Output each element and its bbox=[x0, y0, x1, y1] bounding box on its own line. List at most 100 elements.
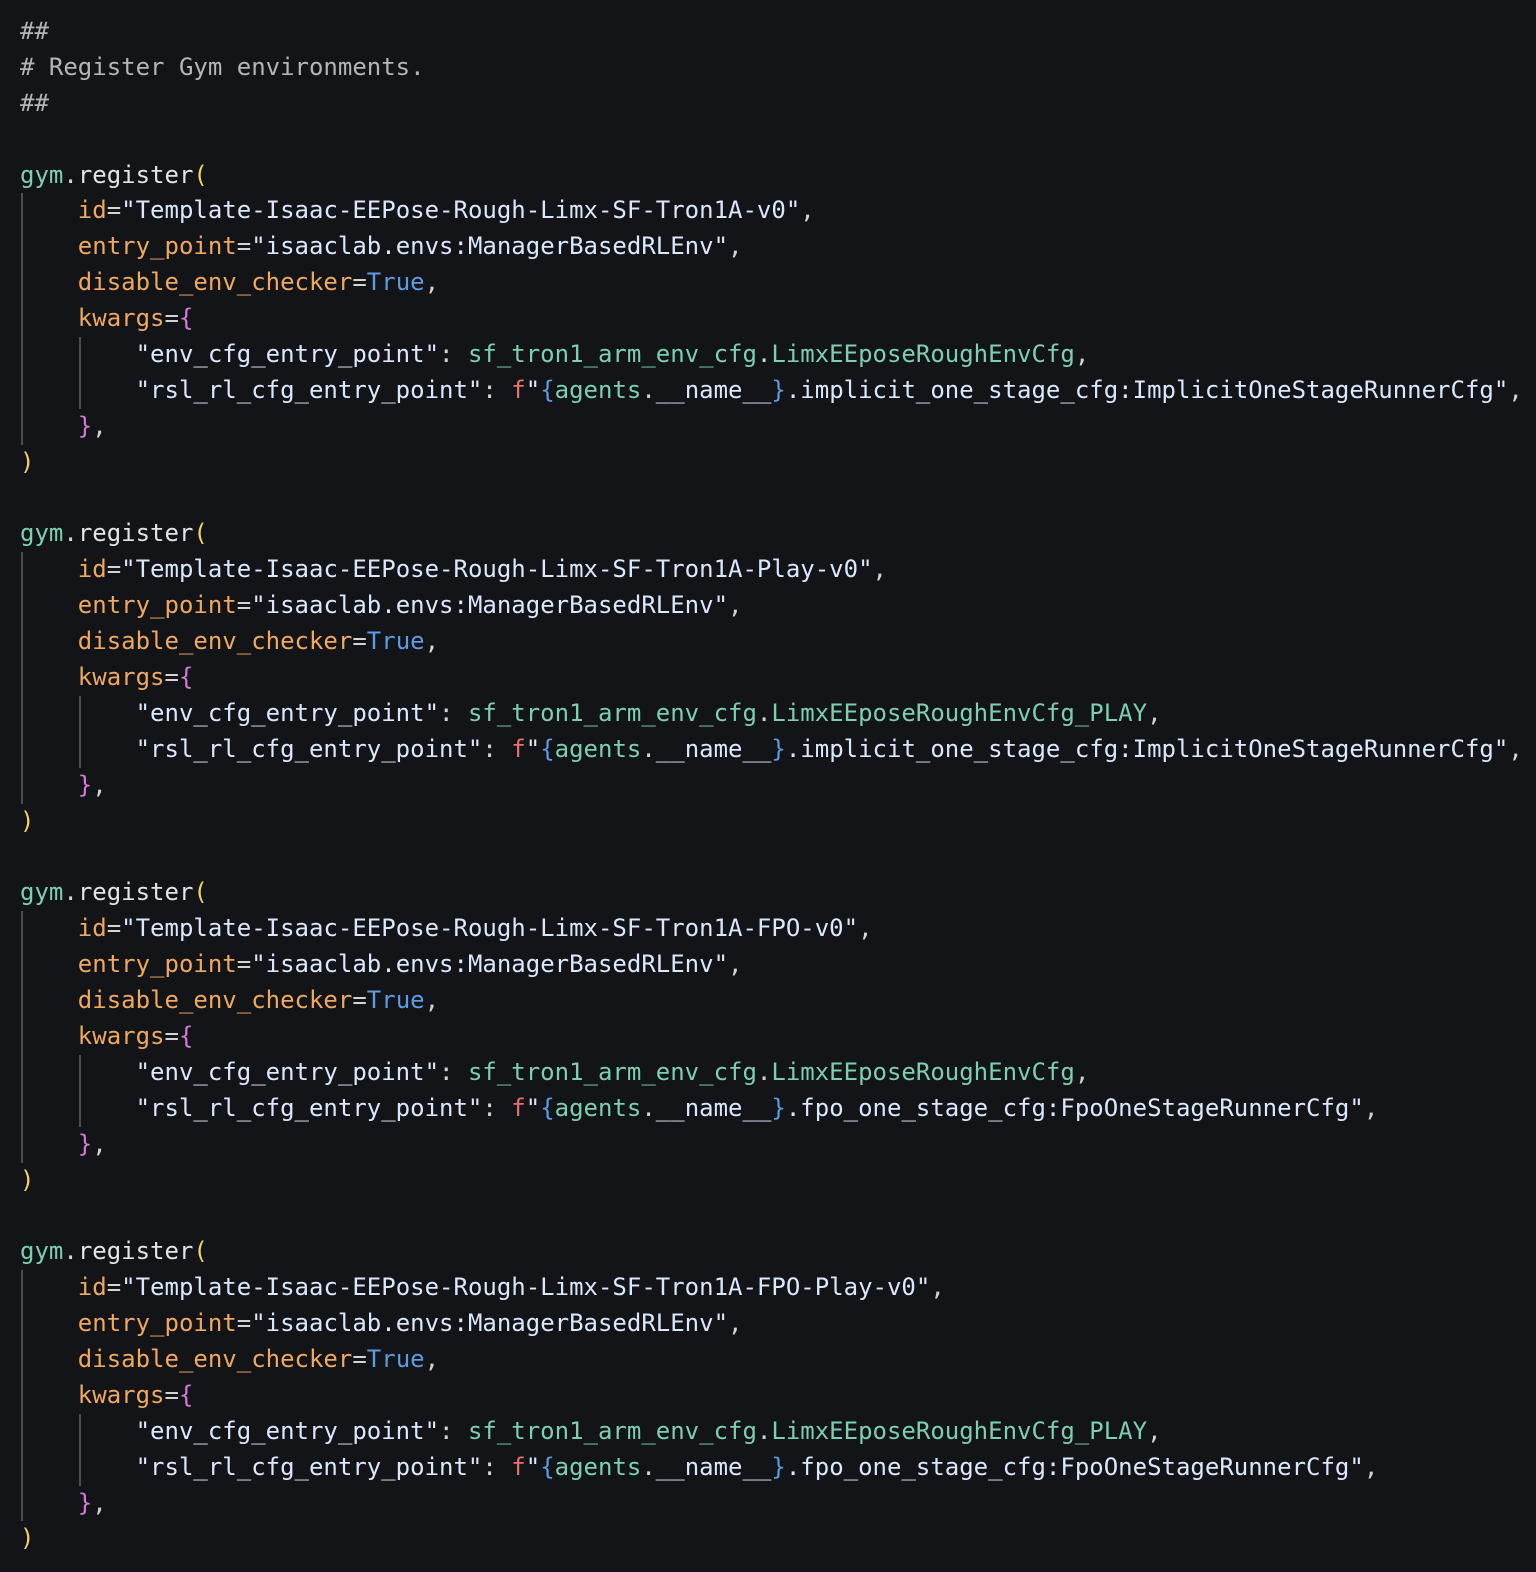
code-editor[interactable]: ## # Register Gym environments. ## gym.reg… bbox=[20, 14, 1530, 1557]
code-token: LimxEEposeRoughEnvCfg bbox=[771, 1057, 1075, 1086]
code-line: ) bbox=[20, 804, 1530, 840]
code-token: , bbox=[800, 196, 815, 225]
code-line: id="Template-Isaac-EEPose-Rough-Limx-SF-… bbox=[20, 193, 1530, 230]
code-token: "isaaclab.envs:ManagerBasedRLEnv" bbox=[251, 950, 729, 979]
indent-guide bbox=[21, 983, 23, 1019]
code-token: # Register Gym environments. bbox=[20, 52, 425, 81]
code-line: gym.register( bbox=[20, 875, 1530, 911]
code-token: ) bbox=[20, 1524, 35, 1553]
code-token: register bbox=[77, 878, 194, 907]
code-line: ) bbox=[20, 1163, 1530, 1199]
code-token: , bbox=[728, 950, 743, 979]
code-token: , bbox=[1508, 734, 1523, 763]
code-token: kwargs bbox=[77, 1380, 165, 1409]
code-token: . bbox=[63, 519, 78, 548]
code-token: . bbox=[756, 340, 772, 369]
code-token: { bbox=[178, 1380, 194, 1409]
code-token: " bbox=[525, 375, 541, 404]
code-token: register bbox=[77, 160, 194, 189]
code-token: . bbox=[641, 1093, 656, 1122]
code-token: gym bbox=[20, 878, 64, 907]
code-line: "rsl_rl_cfg_entry_point": f"{agents.__na… bbox=[20, 1090, 1530, 1127]
code-token: , bbox=[1147, 698, 1162, 727]
code-token: disable_env_checker bbox=[77, 1344, 353, 1373]
code-token: , bbox=[1074, 1057, 1090, 1086]
indent-guide bbox=[21, 193, 23, 230]
code-token: : bbox=[439, 698, 468, 727]
indent-guide bbox=[21, 1485, 23, 1522]
code-token: = bbox=[236, 232, 252, 261]
code-token: , bbox=[1363, 1452, 1379, 1481]
code-token: } bbox=[771, 375, 786, 404]
code-token: agents bbox=[554, 1093, 642, 1122]
code-token: = bbox=[236, 1309, 252, 1338]
code-token: gym bbox=[20, 519, 64, 548]
indent-guide bbox=[78, 1413, 81, 1450]
code-token: entry_point bbox=[77, 1309, 237, 1338]
code-token: , bbox=[92, 770, 107, 799]
code-token: , bbox=[1363, 1093, 1379, 1122]
code-token: = bbox=[236, 950, 252, 979]
code-line: "env_cfg_entry_point": sf_tron1_arm_env_… bbox=[20, 695, 1530, 732]
indent-guide bbox=[21, 1018, 23, 1055]
code-token: agents bbox=[554, 375, 642, 404]
code-token: , bbox=[1147, 1416, 1162, 1445]
code-token: { bbox=[178, 1021, 194, 1050]
code-token: { bbox=[540, 734, 555, 763]
code-line: "env_cfg_entry_point": sf_tron1_arm_env_… bbox=[20, 1413, 1530, 1450]
code-token: LimxEEposeRoughEnvCfg_PLAY bbox=[771, 698, 1148, 727]
code-line: gym.register( bbox=[20, 516, 1530, 552]
code-token: = bbox=[352, 627, 367, 656]
code-line: }, bbox=[20, 408, 1530, 445]
indent-guide bbox=[21, 552, 23, 589]
code-line: entry_point="isaaclab.envs:ManagerBasedR… bbox=[20, 229, 1530, 266]
code-line: kwargs={ bbox=[20, 1377, 1530, 1414]
code-token: = bbox=[106, 555, 122, 584]
code-token: : bbox=[482, 1452, 512, 1481]
indent-guide bbox=[21, 731, 23, 768]
indent-guide bbox=[21, 1341, 23, 1378]
code-token: disable_env_checker bbox=[77, 986, 353, 1015]
code-token: __name__ bbox=[655, 1093, 772, 1122]
code-line: }, bbox=[20, 1485, 1530, 1522]
code-token: sf_tron1_arm_env_cfg bbox=[467, 340, 757, 369]
code-token: id bbox=[77, 196, 107, 225]
code-token: , bbox=[858, 914, 873, 943]
code-line: ) bbox=[20, 445, 1530, 481]
code-line: disable_env_checker=True, bbox=[20, 1341, 1530, 1378]
code-token: } bbox=[77, 1488, 93, 1517]
code-line: entry_point="isaaclab.envs:ManagerBasedR… bbox=[20, 1306, 1530, 1342]
indent-guide bbox=[21, 301, 23, 338]
code-token: LimxEEposeRoughEnvCfg_PLAY bbox=[771, 1416, 1148, 1445]
code-token: , bbox=[728, 591, 743, 620]
code-token: , bbox=[92, 411, 107, 440]
indent-guide bbox=[21, 1306, 23, 1342]
code-token: "Template-Isaac-EEPose-Rough-Limx-SF-Tro… bbox=[121, 1273, 931, 1302]
code-token: sf_tron1_arm_env_cfg bbox=[467, 698, 757, 727]
code-line: gym.register( bbox=[20, 1234, 1530, 1270]
indent-guide bbox=[21, 624, 23, 661]
code-token: "env_cfg_entry_point" bbox=[135, 1416, 440, 1445]
code-token: "Template-Isaac-EEPose-Rough-Limx-SF-Tro… bbox=[121, 914, 859, 943]
code-token: "env_cfg_entry_point" bbox=[135, 340, 440, 369]
code-token: : bbox=[482, 1093, 512, 1122]
code-token: __name__ bbox=[655, 734, 772, 763]
code-token: , bbox=[92, 1129, 107, 1158]
code-token: f bbox=[511, 1093, 526, 1122]
code-line: }, bbox=[20, 767, 1530, 804]
code-token: } bbox=[771, 1452, 786, 1481]
